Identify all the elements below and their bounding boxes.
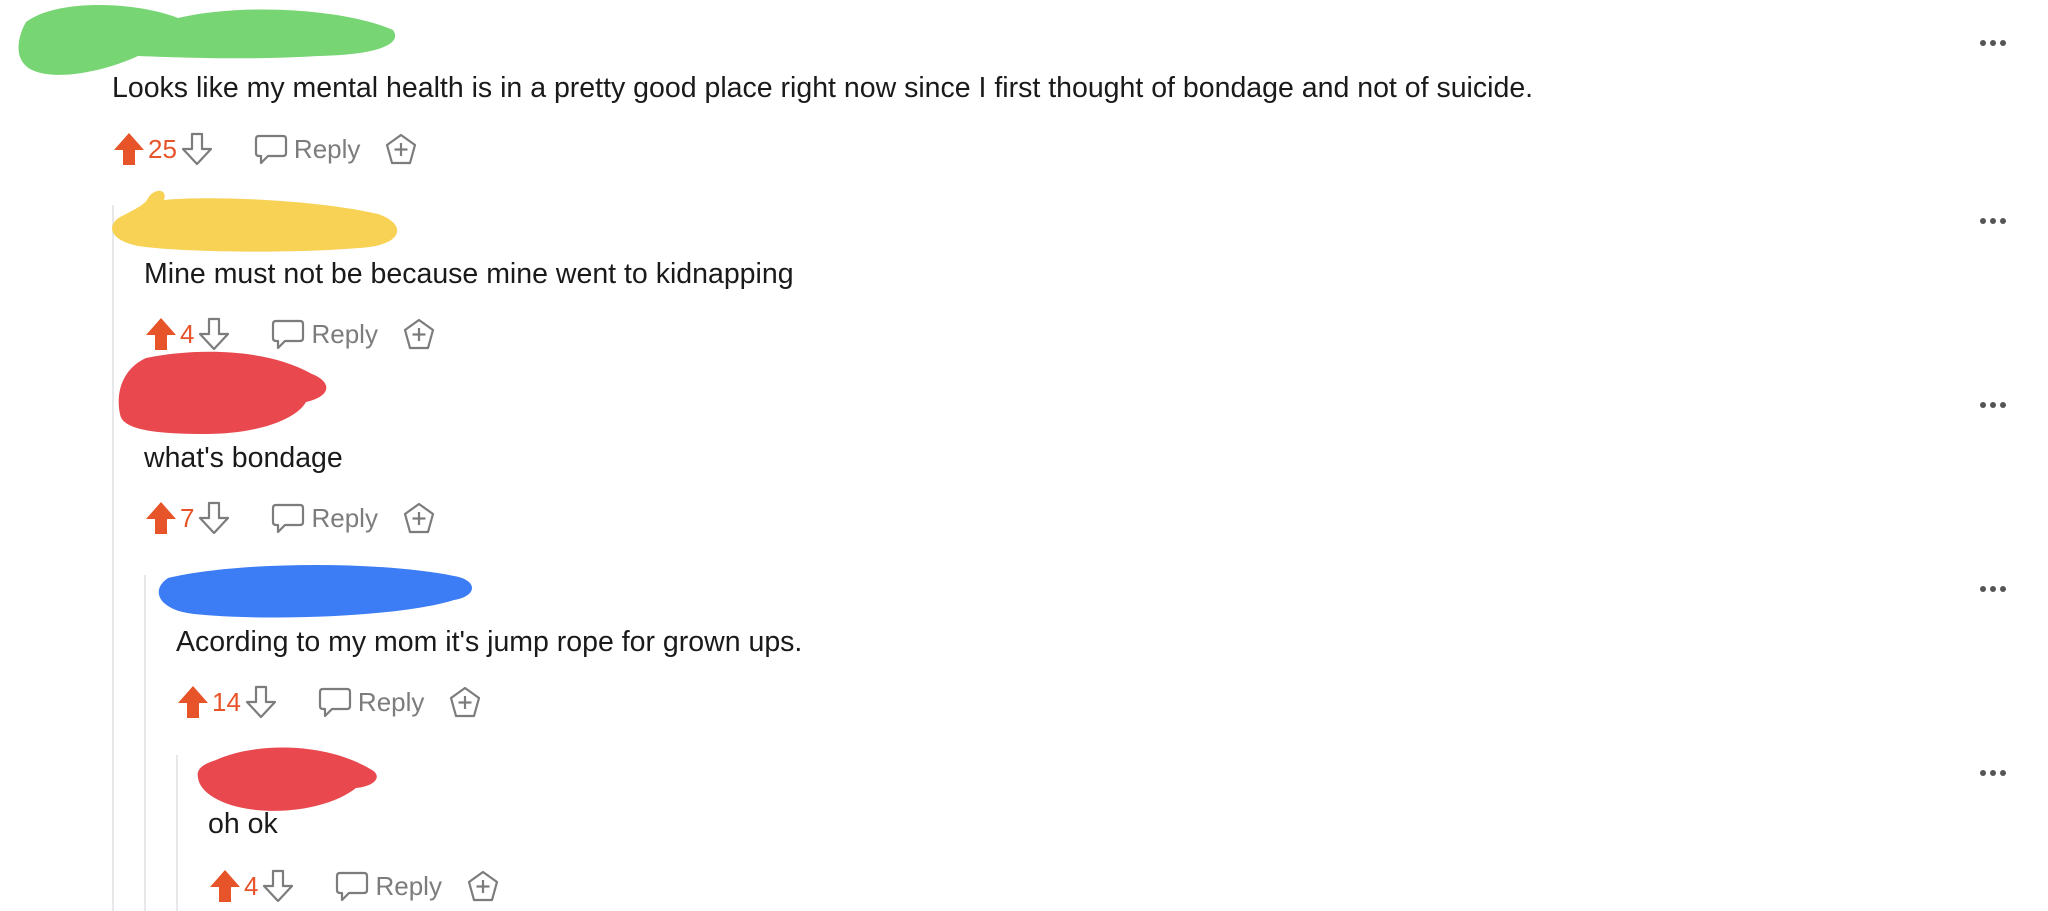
upvote-icon[interactable] xyxy=(144,500,178,536)
reply-button[interactable]: Reply xyxy=(318,686,424,718)
comment-actions: 4 Reply xyxy=(144,314,436,354)
thread-line xyxy=(112,205,114,911)
downvote-icon[interactable] xyxy=(244,684,278,720)
comment-body: Looks like my mental health is in a pret… xyxy=(112,72,1534,104)
reply-button[interactable]: Reply xyxy=(271,318,378,350)
upvote-icon[interactable] xyxy=(208,868,242,904)
thread-line xyxy=(144,575,146,911)
upvote-icon[interactable] xyxy=(144,316,178,352)
comment-body: oh ok xyxy=(208,808,278,840)
reply-label: Reply xyxy=(311,318,378,349)
redacted-username xyxy=(118,351,327,434)
vote-score: 7 xyxy=(180,502,195,533)
reply-label: Reply xyxy=(357,686,425,717)
more-options-icon[interactable] xyxy=(1978,38,2008,48)
redacted-username xyxy=(158,564,473,618)
comment-body: Acording to my mom it's jump rope for gr… xyxy=(176,626,803,658)
downvote-icon[interactable] xyxy=(261,868,295,904)
reply-bubble-icon xyxy=(318,687,352,718)
award-icon[interactable] xyxy=(384,132,418,166)
comment-actions: 7 Reply xyxy=(144,498,436,538)
reply-button[interactable]: Reply xyxy=(335,870,442,902)
award-icon[interactable] xyxy=(402,317,436,351)
vote-score: 4 xyxy=(180,318,195,349)
comment-actions: 14 Reply xyxy=(176,682,482,722)
reply-button[interactable]: Reply xyxy=(254,133,360,165)
more-options-icon[interactable] xyxy=(1978,768,2008,778)
reply-label: Reply xyxy=(375,870,442,901)
redacted-username xyxy=(18,5,396,75)
comment-actions: 4 Reply xyxy=(208,866,500,906)
upvote-icon[interactable] xyxy=(176,684,210,720)
award-icon[interactable] xyxy=(448,685,482,719)
reply-label: Reply xyxy=(311,502,378,533)
redacted-username xyxy=(197,747,377,811)
award-icon[interactable] xyxy=(466,869,500,903)
comment-body: Mine must not be because mine went to ki… xyxy=(144,258,794,290)
more-options-icon[interactable] xyxy=(1978,216,2008,226)
redacted-username xyxy=(112,190,398,252)
more-options-icon[interactable] xyxy=(1978,584,2008,594)
downvote-icon[interactable] xyxy=(180,131,214,167)
more-options-icon[interactable] xyxy=(1978,400,2008,410)
reply-label: Reply xyxy=(293,133,361,164)
reply-bubble-icon xyxy=(336,871,369,902)
upvote-icon[interactable] xyxy=(112,131,146,167)
vote-score: 14 xyxy=(212,686,241,717)
vote-score: 4 xyxy=(244,870,259,901)
vote-score: 25 xyxy=(148,133,177,164)
thread-line xyxy=(176,755,178,911)
downvote-icon[interactable] xyxy=(197,500,231,536)
reply-bubble-icon xyxy=(254,134,288,165)
reply-bubble-icon xyxy=(272,319,305,350)
comment-actions: 25 Reply xyxy=(112,129,418,169)
reply-bubble-icon xyxy=(272,503,305,534)
downvote-icon[interactable] xyxy=(197,316,231,352)
award-icon[interactable] xyxy=(402,501,436,535)
comment-body: what's bondage xyxy=(144,442,343,474)
reply-button[interactable]: Reply xyxy=(271,502,378,534)
